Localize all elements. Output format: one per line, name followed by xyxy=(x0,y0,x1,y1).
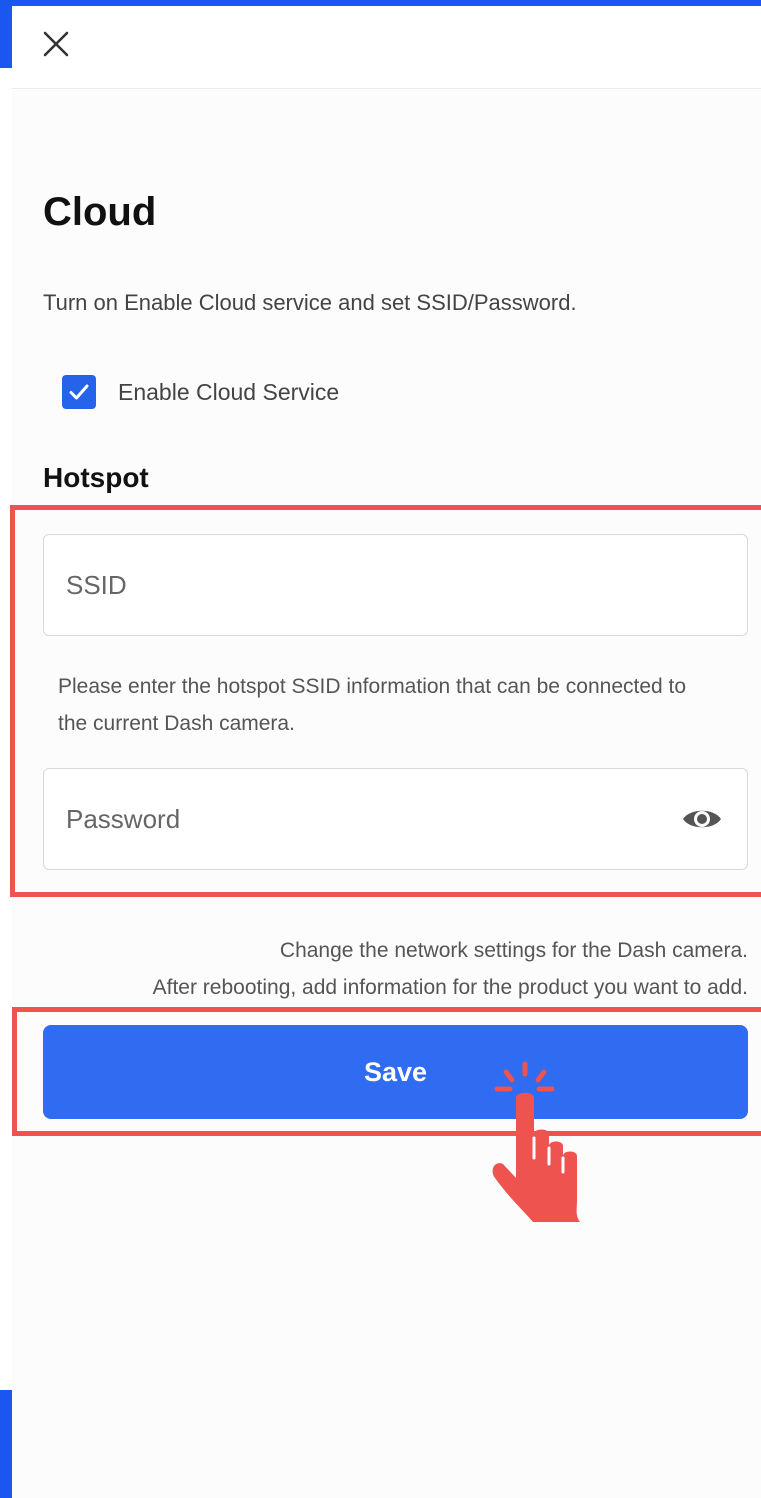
close-icon xyxy=(43,31,69,57)
network-notice-line-1: Change the network settings for the Dash… xyxy=(279,939,748,962)
enable-cloud-checkbox-row[interactable]: Enable Cloud Service xyxy=(62,372,339,412)
tap-hand-pointer-icon xyxy=(492,1061,580,1222)
network-notice-line-2: After rebooting, add information for the… xyxy=(152,976,748,999)
enable-cloud-checkbox[interactable] xyxy=(62,375,96,409)
close-button[interactable] xyxy=(36,24,76,64)
frame-left-bar-bottom xyxy=(0,1390,12,1498)
hotspot-section-title: Hotspot xyxy=(43,462,149,493)
enable-cloud-label: Enable Cloud Service xyxy=(118,378,340,405)
hotspot-highlight-box xyxy=(10,505,761,897)
page-subtitle: Turn on Enable Cloud service and set SSI… xyxy=(43,290,577,315)
page: Cloud Turn on Enable Cloud service and s… xyxy=(0,0,761,1498)
checkmark-icon xyxy=(69,384,89,400)
save-highlight-box xyxy=(12,1007,761,1136)
top-bar xyxy=(12,6,761,89)
page-title: Cloud xyxy=(43,190,157,234)
network-notice: Change the network settings for the Dash… xyxy=(153,932,748,1006)
frame-left-bar-top xyxy=(0,0,12,68)
